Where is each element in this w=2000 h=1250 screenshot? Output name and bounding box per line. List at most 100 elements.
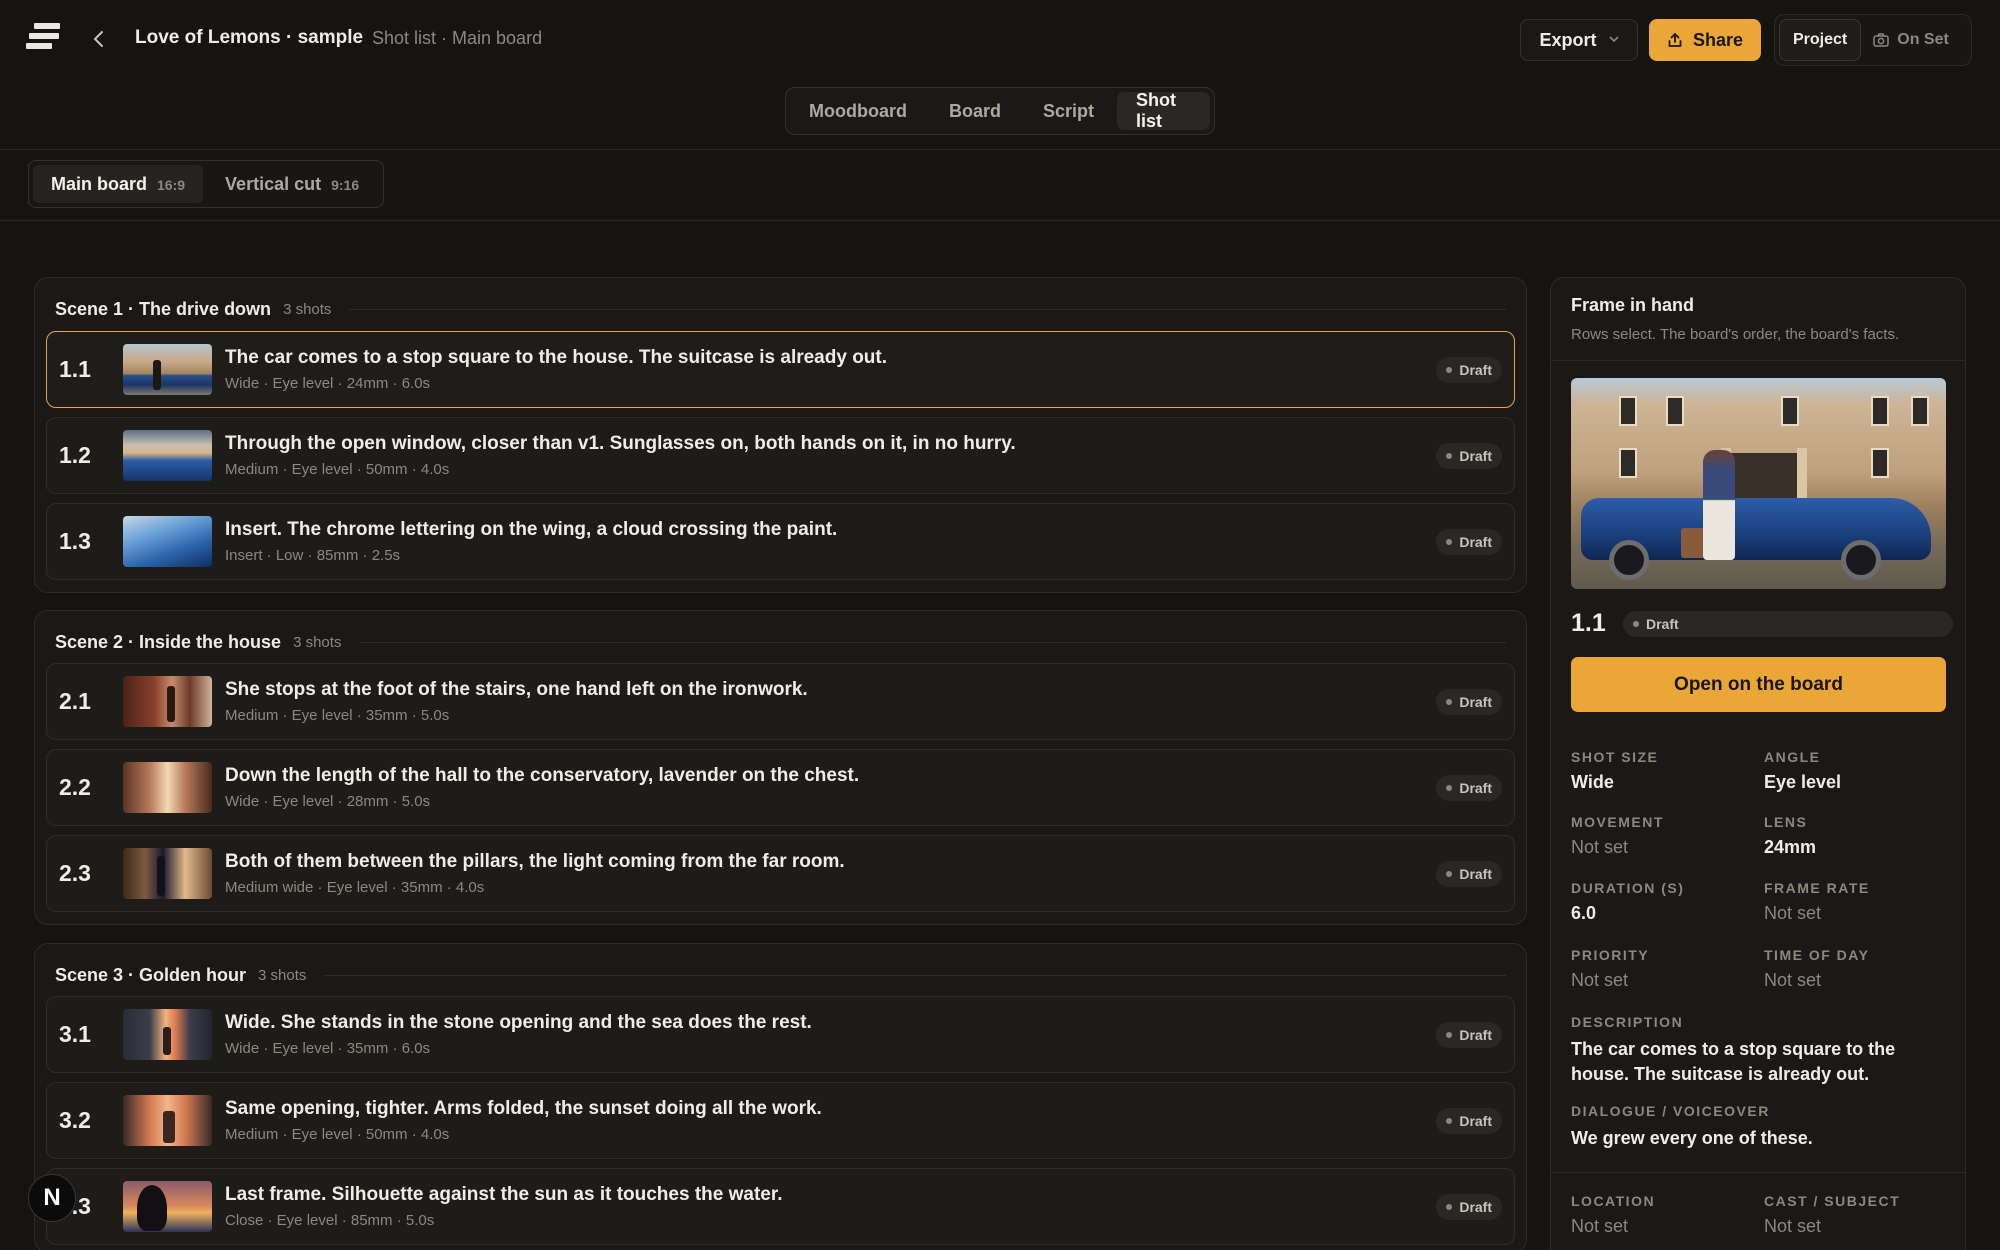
field-location: LOCATION Not set bbox=[1571, 1193, 1751, 1237]
status-dot-icon bbox=[1446, 1204, 1453, 1210]
scene-title: Scene 3 · Golden hour bbox=[55, 964, 247, 985]
shot-meta: Wide · Eye level · 28mm · 5.0s bbox=[225, 793, 431, 810]
export-label: Export bbox=[1539, 29, 1597, 50]
shot-thumbnail bbox=[123, 344, 212, 395]
tab-moodboard[interactable]: Moodboard bbox=[790, 92, 926, 130]
field-label: FRAME RATE bbox=[1764, 880, 1870, 896]
shot-row[interactable]: 1.2 Through the open window, closer than… bbox=[46, 417, 1515, 494]
status-label: Draft bbox=[1459, 362, 1492, 378]
export-button[interactable]: Export bbox=[1520, 19, 1638, 61]
mode-on-set-button[interactable]: On Set bbox=[1861, 19, 1961, 61]
shot-thumbnail bbox=[123, 676, 212, 727]
field-label: TIME OF DAY bbox=[1764, 947, 1870, 963]
field-lens: LENS 24mm bbox=[1764, 814, 1944, 858]
scene-card: Scene 2 · Inside the house 3 shots 2.1 S… bbox=[34, 610, 1527, 925]
shot-thumbnail bbox=[123, 1095, 212, 1146]
status-badge: Draft bbox=[1436, 443, 1502, 469]
field-value: Not set bbox=[1571, 1216, 1629, 1236]
shot-meta: Insert · Low · 85mm · 2.5s bbox=[225, 547, 401, 564]
divider bbox=[324, 974, 1506, 976]
field-value: Not set bbox=[1571, 837, 1629, 857]
status-dot-icon bbox=[1446, 699, 1453, 705]
shot-row[interactable]: 1.3 Insert. The chrome lettering on the … bbox=[46, 503, 1515, 580]
field-label: LOCATION bbox=[1571, 1193, 1656, 1209]
selected-shot-number: 1.1 bbox=[1571, 609, 1606, 637]
shot-row[interactable]: 2.1 She stops at the foot of the stairs,… bbox=[46, 663, 1515, 740]
top-bar: Love of Lemons · sample Shot list · Main… bbox=[0, 0, 2000, 78]
status-label: Draft bbox=[1646, 616, 1679, 632]
status-dot-icon bbox=[1446, 539, 1453, 545]
chevron-down-icon bbox=[1608, 34, 1619, 46]
shot-row[interactable]: 3.3 Last frame. Silhouette against the s… bbox=[46, 1168, 1515, 1245]
status-badge: Draft bbox=[1436, 1022, 1502, 1048]
status-badge: Draft bbox=[1436, 1194, 1502, 1220]
shot-row[interactable]: 3.2 Same opening, tighter. Arms folded, … bbox=[46, 1082, 1515, 1159]
view-tabs: Moodboard Board Script Shot list bbox=[785, 87, 1215, 135]
breadcrumb: Shot list · Main board bbox=[372, 28, 543, 48]
share-button[interactable]: Share bbox=[1649, 19, 1761, 61]
field-value: The car comes to a stop square to the ho… bbox=[1571, 1039, 1896, 1084]
status-badge: Draft bbox=[1436, 1108, 1502, 1134]
status-dot-icon bbox=[1446, 785, 1453, 791]
field-label: DESCRIPTION bbox=[1571, 1014, 1684, 1030]
status-label: Draft bbox=[1459, 534, 1492, 550]
shot-meta: Medium · Eye level · 35mm · 5.0s bbox=[225, 707, 450, 724]
field-time-of-day: TIME OF DAY Not set bbox=[1764, 947, 1944, 991]
field-description: DESCRIPTION The car comes to a stop squa… bbox=[1571, 1014, 1946, 1087]
field-angle: ANGLE Eye level bbox=[1764, 749, 1944, 793]
divider bbox=[1551, 1172, 1965, 1173]
shot-row[interactable]: 3.1 Wide. She stands in the stone openin… bbox=[46, 996, 1515, 1073]
shot-row[interactable]: 1.1 The car comes to a stop square to th… bbox=[46, 331, 1515, 408]
field-frame-rate: FRAME RATE Not set bbox=[1764, 880, 1944, 924]
frame-preview-image bbox=[1571, 378, 1946, 589]
scene-card: Scene 1 · The drive down 3 shots 1.1 The… bbox=[34, 277, 1527, 593]
field-value: 24mm bbox=[1764, 837, 1817, 857]
board-tabs: Main board 16:9 Vertical cut 9:16 bbox=[28, 160, 384, 208]
divider bbox=[1551, 360, 1965, 361]
status-badge: Draft bbox=[1436, 689, 1502, 715]
field-value: Wide bbox=[1571, 772, 1614, 792]
status-badge: Draft bbox=[1623, 611, 1953, 637]
field-label: CAST / SUBJECT bbox=[1764, 1193, 1901, 1209]
frame-in-hand-panel: Frame in hand Rows select. The board's o… bbox=[1550, 277, 1966, 1250]
board-tab-label: Main board bbox=[51, 174, 148, 194]
status-label: Draft bbox=[1459, 448, 1492, 464]
mode-on-set-label: On Set bbox=[1897, 31, 1949, 48]
scene-header: Scene 1 · The drive down 3 shots bbox=[55, 296, 1506, 322]
assistant-badge[interactable]: N bbox=[28, 1174, 76, 1222]
shot-number: 1.2 bbox=[59, 442, 91, 468]
shot-description: Same opening, tighter. Arms folded, the … bbox=[225, 1098, 822, 1119]
status-dot-icon bbox=[1446, 1118, 1453, 1124]
shot-meta: Medium wide · Eye level · 35mm · 4.0s bbox=[225, 879, 485, 896]
field-value: We grew every one of these. bbox=[1571, 1128, 1813, 1148]
scene-header: Scene 3 · Golden hour 3 shots bbox=[55, 962, 1506, 988]
scene-title: Scene 2 · Inside the house bbox=[55, 631, 282, 652]
mode-project-button[interactable]: Project bbox=[1779, 19, 1862, 61]
tab-board[interactable]: Board bbox=[930, 92, 1020, 130]
tab-shot-list[interactable]: Shot list bbox=[1117, 90, 1210, 131]
shot-thumbnail bbox=[123, 1009, 212, 1060]
shot-row[interactable]: 2.2 Down the length of the hall to the c… bbox=[46, 749, 1515, 826]
shot-meta: Medium · Eye level · 50mm · 4.0s bbox=[225, 1126, 450, 1143]
field-value: Not set bbox=[1571, 970, 1629, 990]
camera-icon bbox=[1873, 33, 1889, 47]
status-badge: Draft bbox=[1436, 529, 1502, 555]
app-logo-icon[interactable] bbox=[26, 20, 60, 52]
status-badge: Draft bbox=[1436, 861, 1502, 887]
board-tab-main[interactable]: Main board 16:9 bbox=[33, 165, 204, 203]
field-value: Eye level bbox=[1764, 772, 1842, 792]
field-label: MOVEMENT bbox=[1571, 814, 1664, 830]
divider bbox=[0, 149, 2000, 150]
shot-number: 2.3 bbox=[59, 860, 91, 886]
status-badge: Draft bbox=[1436, 357, 1502, 383]
shot-row[interactable]: 2.3 Both of them between the pillars, th… bbox=[46, 835, 1515, 912]
board-tab-vertical[interactable]: Vertical cut 9:16 bbox=[207, 165, 377, 203]
tab-script[interactable]: Script bbox=[1024, 92, 1113, 130]
shot-thumbnail bbox=[123, 430, 212, 481]
divider bbox=[359, 641, 1506, 643]
open-on-board-button[interactable]: Open on the board bbox=[1571, 657, 1946, 712]
field-movement: MOVEMENT Not set bbox=[1571, 814, 1751, 858]
field-duration: DURATION (S) 6.0 bbox=[1571, 880, 1751, 924]
back-button[interactable] bbox=[86, 24, 112, 54]
status-label: Draft bbox=[1459, 1199, 1492, 1215]
